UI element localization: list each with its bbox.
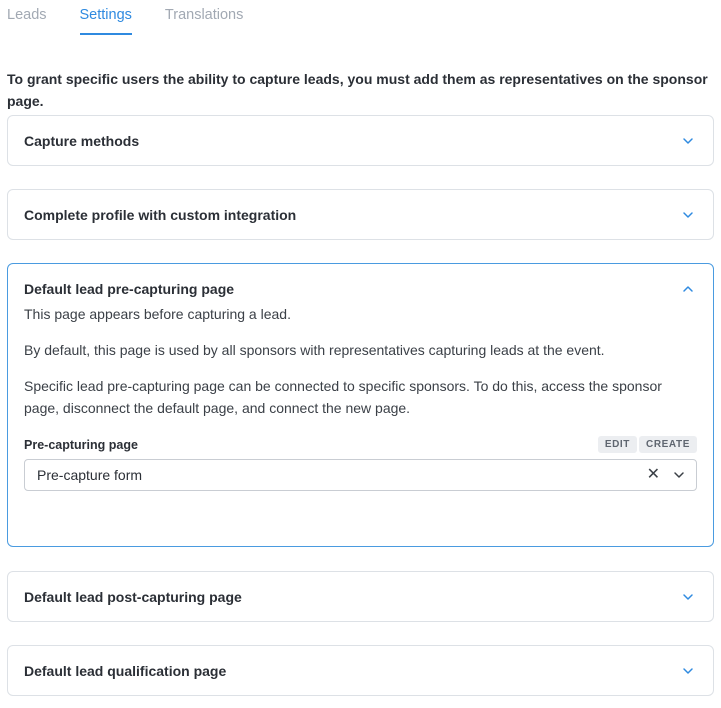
panel-capture-methods-header[interactable]: Capture methods bbox=[8, 116, 713, 165]
panel-body: This page appears before capturing a lea… bbox=[8, 303, 713, 491]
tab-bar: Leads Settings Translations bbox=[7, 0, 276, 36]
description-text: By default, this page is used by all spo… bbox=[24, 342, 605, 358]
select-controls: ✕ bbox=[647, 467, 686, 483]
panel-title: Capture methods bbox=[24, 132, 140, 149]
panel-pre-capturing: Default lead pre-capturing page This pag… bbox=[7, 263, 714, 547]
panel-title: Complete profile with custom integration bbox=[24, 206, 297, 223]
chevron-down-icon bbox=[683, 211, 693, 218]
tab-leads[interactable]: Leads bbox=[7, 0, 47, 35]
panel-title: Default lead post-capturing page bbox=[24, 588, 242, 605]
chevron-up-icon bbox=[683, 285, 693, 292]
panel-custom-integration: Complete profile with custom integration bbox=[7, 189, 714, 240]
selected-value: Pre-capture form bbox=[37, 467, 143, 483]
panel-title: Default lead qualification page bbox=[24, 662, 227, 679]
panel-title: Default lead pre-capturing page bbox=[24, 280, 235, 297]
panel-qualification: Default lead qualification page bbox=[7, 645, 714, 696]
panel-post-capturing-header[interactable]: Default lead post-capturing page bbox=[8, 572, 713, 621]
close-icon[interactable]: ✕ bbox=[647, 467, 660, 483]
field-actions: EDIT CREATE bbox=[597, 436, 697, 453]
panel-capture-methods: Capture methods bbox=[7, 115, 714, 166]
edit-button[interactable]: EDIT bbox=[597, 436, 638, 453]
panel-post-capturing: Default lead post-capturing page bbox=[7, 571, 714, 622]
tab-settings[interactable]: Settings bbox=[79, 0, 133, 35]
field-header: Pre-capturing page EDIT CREATE bbox=[24, 436, 697, 453]
description-text: Specific lead pre-capturing page can be … bbox=[24, 378, 662, 416]
create-button[interactable]: CREATE bbox=[639, 436, 697, 453]
intro-text: To grant specific users the ability to c… bbox=[7, 71, 708, 109]
pre-capturing-page-label: Pre-capturing page bbox=[24, 437, 138, 452]
chevron-down-icon[interactable] bbox=[672, 468, 686, 482]
panel-custom-integration-header[interactable]: Complete profile with custom integration bbox=[8, 190, 713, 239]
tab-translations[interactable]: Translations bbox=[165, 0, 243, 35]
pre-capturing-page-select[interactable]: Pre-capture form ✕ bbox=[24, 459, 697, 491]
chevron-down-icon bbox=[683, 667, 693, 674]
chevron-down-icon bbox=[683, 137, 693, 144]
panel-qualification-header[interactable]: Default lead qualification page bbox=[8, 646, 713, 695]
chevron-down-icon bbox=[683, 593, 693, 600]
description-text: This page appears before capturing a lea… bbox=[24, 306, 291, 322]
